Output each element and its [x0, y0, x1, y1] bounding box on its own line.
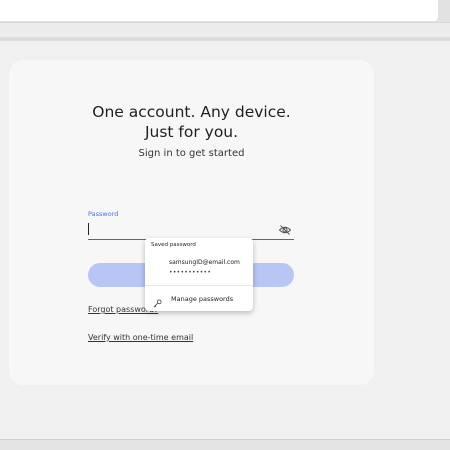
popup-divider — [145, 285, 253, 286]
manage-passwords-label: Manage passwords — [171, 295, 234, 303]
key-icon — [153, 293, 162, 308]
saved-password-popup: Saved password samsungID@email.com •••••… — [145, 238, 253, 311]
manage-passwords-item[interactable]: Manage passwords — [145, 288, 253, 308]
eye-off-icon[interactable] — [278, 222, 292, 236]
saved-password-mask[interactable]: ••••••••••• — [169, 269, 211, 276]
popup-title: Saved password — [151, 242, 196, 248]
verify-email-link[interactable]: Verify with one-time email — [88, 333, 193, 342]
title-line-1: One account. Any device. — [92, 103, 291, 121]
saved-email[interactable]: samsungID@email.com — [169, 259, 240, 266]
page-title: One account. Any device. Just for you. — [0, 102, 383, 142]
text-cursor — [88, 223, 89, 235]
title-line-2: Just for you. — [144, 123, 239, 141]
browser-top-bar — [0, 0, 450, 23]
bottom-bar — [0, 439, 450, 450]
address-bar-area — [0, 0, 438, 21]
password-input[interactable] — [88, 219, 294, 240]
password-label: Password — [88, 210, 119, 218]
subtitle: Sign in to get started — [138, 148, 245, 159]
